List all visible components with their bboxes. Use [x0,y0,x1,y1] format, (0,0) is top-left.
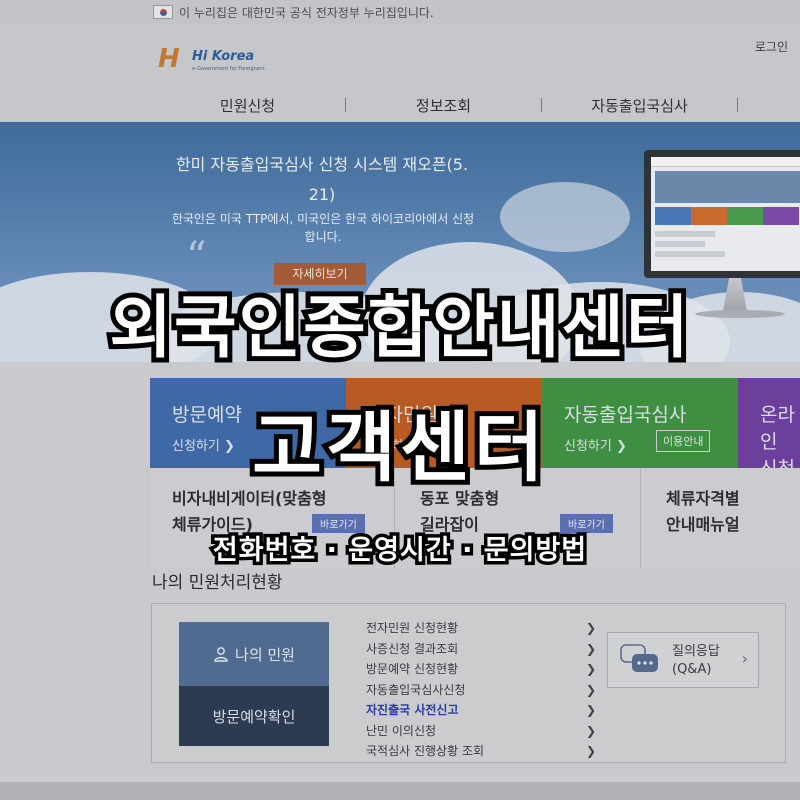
main-banner: “ 한미 자동출입국심사 신청 시스템 재오픈(5. 21) 한국인은 미국 T… [0,122,800,362]
status-menu-item[interactable]: 자동출입국심사신청 ❯ [366,680,596,701]
status-menu-item[interactable]: 전자민원 신청현황 ❯ [366,618,596,639]
qa-label: 질의응답 (Q&A) [672,643,720,679]
monitor-base [695,310,785,318]
chevron-right-icon: › [741,649,748,668]
guide-divider [640,468,641,568]
menu-label: 전자민원 신청현황 [366,621,459,635]
chevron-right-icon: ❯ [585,744,596,758]
tile-visit-reservation[interactable]: 방문예약 신청하기 ❯ [150,378,346,468]
guide-line: 길라잡이 [420,515,479,534]
nav-item-info-lookup[interactable]: 정보조회 [346,95,541,116]
login-link[interactable]: 로그인 [755,38,788,55]
chevron-right-icon: ❯ [585,703,596,717]
menu-label: 국적심사 진행상황 조회 [366,744,485,758]
footer-bar [0,782,800,800]
screen-row [655,241,705,247]
main-nav: 민원신청 정보조회 자동출입국심사 [150,90,800,120]
tile-online[interactable]: 온라인 신청 [738,378,800,480]
tile-title: 자동출입국심사 [564,404,687,426]
page: 이 누리집은 대한민국 공식 전자정부 누리집입니다. H Hi Korea e… [0,0,800,800]
monitor-screen [651,157,800,271]
logo-tagline: e-Government for Foreigners [192,66,265,72]
banner-subtitle: 한국인은 미국 TTP에서, 미국인은 한국 하이코리아에서 신청합니다. [171,212,475,244]
chevron-right-icon: ❯ [585,682,596,697]
status-panel: 나의 민원 방문예약확인 전자민원 신청현황 ❯ 사증신청 결과조회 ❯ 방문예약 … [151,603,786,763]
status-section-title: 나의 민원처리현황 [152,573,283,593]
my-civil-label: 나의 민원 [235,645,295,664]
guide-links: 비자내비게이터(맞춤형 체류가이드) 바로가기 동포 맞춤형 길라잡이 바로가기… [150,468,800,568]
qa-label-line: 질의응답 [672,644,720,659]
guide-residence-manual[interactable]: 체류자격별 안내매뉴얼 [666,486,740,538]
screen-header [651,157,800,167]
guide-overseas-korean-go-button[interactable]: 바로가기 [560,514,613,533]
logo-wordmark: Hi Korea [192,49,255,64]
chevron-right-icon: ❯ [585,662,596,676]
tile-e-civil[interactable]: 전자민원 신청하기 ❯ [346,378,542,468]
tile-apply-link[interactable]: 신청하기 ❯ [368,435,542,454]
guide-line: 체류가이드) [172,515,253,534]
guide-line: 체류자격별 [666,489,740,508]
menu-label: 자동출입국심사신청 [366,682,466,697]
tile-title: 온라인 [760,404,795,453]
status-menu-item-active[interactable]: 자진출국 사전신고 ❯ [366,700,596,721]
screen-row [655,231,715,237]
tile-auto-immigration[interactable]: 자동출입국심사 신청하기 ❯ 이용안내 [542,378,738,468]
status-menu-item[interactable]: 방문예약 신청현황 ❯ [366,659,596,680]
menu-label: 난민 이의신청 [366,723,437,738]
gov-notice-text: 이 누리집은 대한민국 공식 전자정부 누리집입니다. [179,5,434,20]
user-icon [214,647,228,662]
visit-confirm-button[interactable]: 방문예약확인 [179,686,329,746]
screen-banner [655,171,800,203]
tile-apply-link[interactable]: 신청하기 ❯ [564,435,738,454]
banner-title: 한미 자동출입국심사 신청 시스템 재오픈(5. 21) [175,155,469,204]
korean-flag-icon [153,5,173,19]
tile-title: 전자민원 [368,404,438,426]
gov-notice-bar: 이 누리집은 대한민국 공식 전자정부 누리집입니다. [0,0,800,24]
tile-guide-button[interactable]: 이용안내 [656,430,711,452]
screen-tile [763,207,799,225]
status-menu: 전자민원 신청현황 ❯ 사증신청 결과조회 ❯ 방문예약 신청현황 ❯ 자동출입국심사… [366,618,596,762]
tile-apply-link[interactable]: 신청하기 ❯ [172,435,346,454]
chevron-right-icon: ❯ [585,641,596,656]
chevron-right-icon: ❯ [585,621,596,635]
header: H Hi Korea e-Government for Foreigners 로… [0,24,800,122]
menu-label: 사증신청 결과조회 [366,641,459,656]
guide-overseas-korean[interactable]: 동포 맞춤형 길라잡이 [420,486,499,538]
logo-mark: H [158,44,180,74]
cloud-shape [500,182,630,252]
guide-line: 동포 맞춤형 [420,489,500,508]
nav-item-civil-application[interactable]: 민원신청 [150,95,345,116]
banner-more-button[interactable]: 자세히보기 [274,263,366,285]
status-menu-item[interactable]: 국적심사 진행상황 조회 ❯ [366,741,596,762]
status-menu-item[interactable]: 사증신청 결과조회 ❯ [366,639,596,660]
chat-bubble-icon [620,644,658,672]
menu-label: 방문예약 신청현황 [366,662,459,676]
screen-tile [727,207,763,225]
qa-button[interactable]: 질의응답 (Q&A) › [607,632,759,688]
guide-visa-navigator[interactable]: 비자내비게이터(맞춤형 체류가이드) [172,486,327,538]
tile-title: 방문예약 [172,404,242,426]
guide-divider [394,468,395,568]
service-tiles: 방문예약 신청하기 ❯ 전자민원 신청하기 ❯ 자동출입국심사 신청하기 ❯ 이… [150,378,800,480]
chevron-right-icon: ❯ [585,723,596,738]
status-menu-item[interactable]: 난민 이의신청 ❯ [366,721,596,742]
menu-label: 자진출국 사전신고 [366,703,459,717]
my-civil-button[interactable]: 나의 민원 [179,622,329,686]
guide-line: 안내매뉴얼 [666,515,740,534]
monitor-illustration [644,150,800,278]
screen-tile [691,207,727,225]
guide-line: 비자내비게이터(맞춤형 [172,489,327,508]
nav-item-auto-immigration[interactable]: 자동출입국심사 [542,95,737,116]
guide-visa-navigator-go-button[interactable]: 바로가기 [312,514,365,533]
nav-divider [737,98,738,112]
qa-label-line: (Q&A) [672,662,712,677]
hikorea-logo[interactable]: H Hi Korea e-Government for Foreigners [158,44,268,84]
screen-tile [655,207,691,225]
screen-row [655,251,725,257]
